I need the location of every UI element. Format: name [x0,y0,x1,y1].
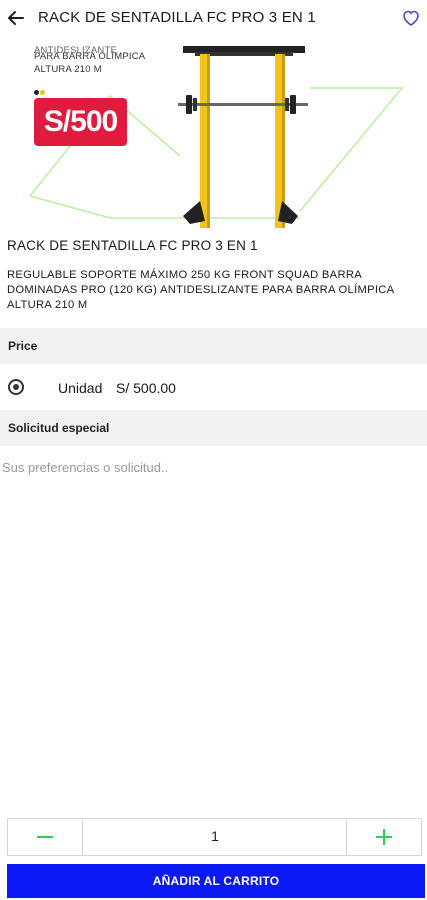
page-title: RACK DE SENTADILLA FC PRO 3 EN 1 [38,9,316,26]
app-header: RACK DE SENTADILLA FC PRO 3 EN 1 [0,0,427,36]
color-dot-black [34,90,39,95]
special-request-input[interactable] [0,452,424,482]
color-dot-yellow [40,90,45,95]
request-section-header: Solicitud especial [0,410,427,446]
product-description: REGULABLE SOPORTE MÁXIMO 250 KG FRONT SQ… [7,269,394,311]
request-section-title: Solicitud especial [8,421,110,435]
product-name: RACK DE SENTADILLA FC PRO 3 EN 1 [7,238,258,253]
minus-icon [37,836,53,838]
heart-outline-icon[interactable] [401,8,421,28]
decrement-button[interactable] [8,819,83,855]
price-option-label: Unidad [58,380,103,396]
plus-icon [376,829,392,845]
banner-text-line2: ALTURA 210 M [34,64,102,75]
price-option-unit[interactable]: Unidad S/ 500.00 [0,368,427,408]
banner-text-cut: ANTIDESLIZANTE [34,45,118,56]
quantity-value: 1 [211,828,219,844]
price-badge: S/500 [34,98,127,146]
arrow-left-icon[interactable] [6,8,26,28]
add-to-cart-button[interactable]: AÑADIR AL CARRITO [7,864,425,898]
increment-button[interactable] [346,819,421,855]
banner-text: ANTIDESLIZANTE PARA BARRA OLÍMPICA ALTUR… [34,45,145,76]
quantity-stepper: 1 [7,818,422,856]
radio-selected-icon[interactable] [8,379,24,395]
price-section-title: Price [8,339,38,353]
price-option-price: S/ 500.00 [116,380,176,396]
product-banner-image: ANTIDESLIZANTE PARA BARRA OLÍMPICA ALTUR… [0,36,427,230]
price-section-header: Price [0,328,427,364]
